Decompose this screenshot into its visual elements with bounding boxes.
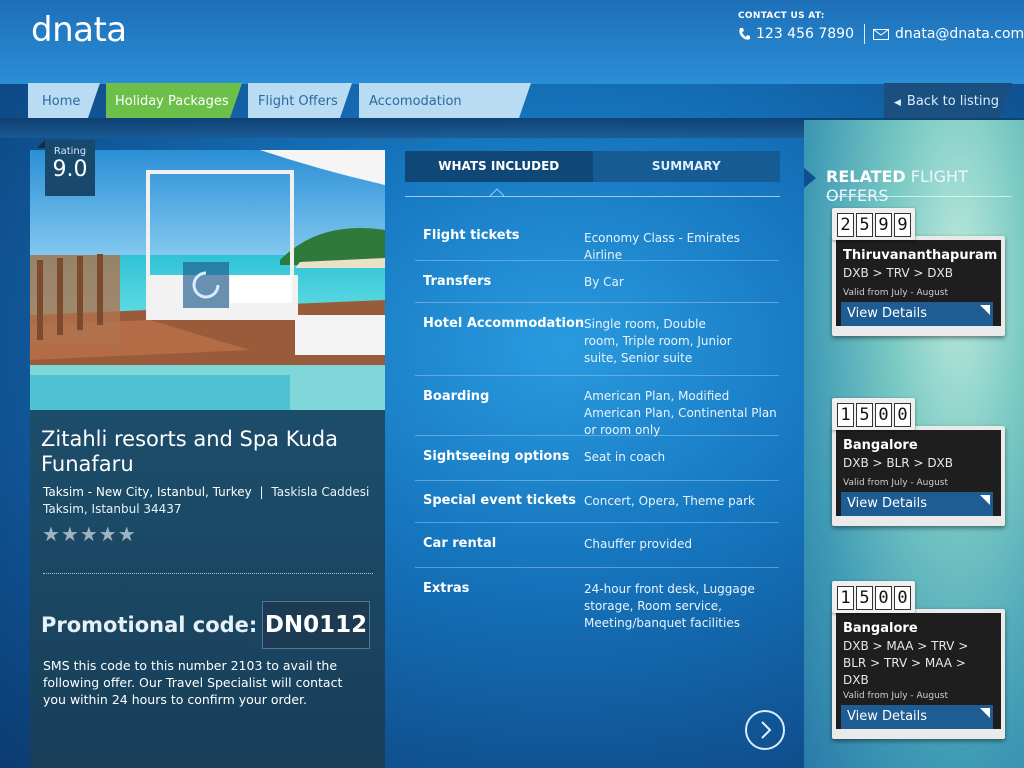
offer-card-body: Thiruvananthapuram DXB > TRV > DXB Valid… bbox=[832, 236, 1005, 336]
price-digit: 0 bbox=[875, 403, 892, 427]
view-details-button[interactable]: View Details bbox=[841, 705, 993, 729]
detail-row-car-rental: Car rental Chauffer provided bbox=[415, 523, 779, 568]
next-button[interactable] bbox=[745, 710, 785, 750]
detail-value: Concert, Opera, Theme park bbox=[584, 494, 755, 508]
address-separator: | bbox=[259, 485, 264, 499]
price-digit: 9 bbox=[894, 213, 911, 237]
offer-route: DXB > TRV > DXB bbox=[843, 266, 953, 280]
chevron-left-icon: ◀ bbox=[894, 98, 901, 108]
address-line2: Taksim, Istanbul 34437 bbox=[43, 502, 182, 516]
detail-key: Sightseeing options bbox=[423, 449, 570, 464]
tab-home[interactable]: Home bbox=[28, 83, 100, 118]
price-digit: 0 bbox=[894, 586, 911, 610]
price-digit: 9 bbox=[875, 213, 892, 237]
offer-card-body: Bangalore DXB > BLR > DXB Valid from Jul… bbox=[832, 426, 1005, 526]
detail-key: Extras bbox=[423, 581, 470, 596]
header: dnata CONTACT US AT: 123 456 7890 dnata@… bbox=[0, 0, 1024, 84]
detail-value: By Car bbox=[584, 275, 624, 289]
detail-key: Boarding bbox=[423, 389, 490, 404]
detail-key: Transfers bbox=[423, 274, 492, 289]
price-digit: 0 bbox=[894, 403, 911, 427]
price-digit: 5 bbox=[856, 213, 873, 237]
detail-key: Hotel Accommodation bbox=[423, 316, 585, 331]
spinner-icon bbox=[192, 271, 220, 299]
email-icon bbox=[872, 28, 889, 40]
view-details-button[interactable]: View Details bbox=[841, 492, 993, 516]
detail-value: Seat in coach bbox=[584, 450, 666, 464]
price-digit: 5 bbox=[856, 586, 873, 610]
offer-price: 1 5 0 0 bbox=[832, 581, 915, 613]
tab-accomodation-packages[interactable]: Accomodation Packages bbox=[359, 83, 531, 147]
offer-validity: Valid from July - August bbox=[843, 478, 949, 488]
offer-city: Bangalore bbox=[843, 621, 918, 636]
promo-label: Promotional code: bbox=[41, 613, 258, 637]
loading-spinner bbox=[183, 262, 229, 308]
rating-value: 9.0 bbox=[52, 157, 88, 182]
offer-card-body: Bangalore DXB > MAA > TRV > BLR > TRV > … bbox=[832, 609, 1005, 739]
detail-key: Flight tickets bbox=[423, 228, 520, 243]
tab-whats-included[interactable]: WHATS INCLUDED bbox=[405, 151, 593, 182]
detail-row-extras: Extras 24-hour front desk, Luggage stora… bbox=[415, 568, 779, 638]
phone-number[interactable]: 123 456 7890 bbox=[756, 26, 854, 42]
panel-pointer bbox=[804, 168, 816, 188]
price-digit: 5 bbox=[856, 403, 873, 427]
detail-key: Special event tickets bbox=[423, 493, 576, 508]
rating-label: Rating bbox=[53, 146, 87, 157]
detail-row-transfers: Transfers By Car bbox=[415, 261, 779, 303]
offer-validity: Valid from July - August bbox=[843, 288, 949, 298]
detail-value: Chauffer provided bbox=[584, 537, 693, 551]
tabs-underline bbox=[405, 196, 780, 197]
promo-code: DN0112 bbox=[262, 601, 370, 649]
detail-value: 24-hour front desk, Luggage storage, Roo… bbox=[584, 582, 755, 630]
detail-row-boarding: Boarding American Plan, Modified America… bbox=[415, 376, 779, 437]
back-label: Back to listing bbox=[906, 94, 999, 109]
hotel-panel: Zitahli resorts and Spa Kuda Funafaru Ta… bbox=[30, 150, 385, 768]
offer-route: DXB > MAA > TRV > BLR > TRV > MAA > DXB bbox=[843, 639, 969, 687]
dnata-logo[interactable]: dnata bbox=[31, 10, 127, 50]
back-to-listing-button[interactable]: ◀ Back to listing bbox=[884, 83, 1012, 118]
offer-validity: Valid from July - August bbox=[843, 691, 949, 701]
detail-row-hotel-accommodation: Hotel Accommodation Single room, Double … bbox=[415, 303, 779, 376]
email-address[interactable]: dnata@dnata.com bbox=[895, 26, 1024, 42]
contact-label: CONTACT US AT: bbox=[738, 11, 825, 21]
detail-row-flight-tickets: Flight tickets Economy Class - Emirates … bbox=[415, 214, 779, 262]
tab-flight-offers[interactable]: Flight Offers bbox=[248, 83, 352, 118]
details-tabs: WHATS INCLUDED SUMMARY bbox=[405, 151, 780, 182]
price-digit: 1 bbox=[837, 586, 854, 610]
hotel-name: Zitahli resorts and Spa Kuda Funafaru bbox=[41, 427, 338, 476]
star-rating: ★★★★★ bbox=[42, 522, 137, 546]
tab-summary[interactable]: SUMMARY bbox=[592, 151, 780, 182]
detail-row-sightseeing: Sightseeing options Seat in coach bbox=[415, 436, 779, 481]
detail-value: Economy Class - Emirates Airline bbox=[584, 231, 740, 262]
divider bbox=[863, 24, 865, 44]
related-underline bbox=[826, 196, 1012, 197]
detail-key: Car rental bbox=[423, 536, 497, 551]
detail-value: American Plan, Modified American Plan, C… bbox=[584, 389, 777, 437]
offer-price: 1 5 0 0 bbox=[832, 398, 915, 430]
phone-icon bbox=[739, 28, 750, 40]
offer-price: 2 5 9 9 bbox=[832, 208, 915, 240]
separator bbox=[43, 573, 373, 574]
address-street: Taskisla Caddesi bbox=[271, 485, 370, 499]
sms-instructions: SMS this code to this number 2103 to ava… bbox=[43, 658, 343, 707]
view-details-button[interactable]: View Details bbox=[841, 302, 993, 326]
detail-value: Single room, Double room, Triple room, J… bbox=[584, 317, 732, 365]
address-main: Taksim - New City, Istanbul, Turkey bbox=[43, 485, 252, 499]
offer-city: Bangalore bbox=[843, 438, 918, 453]
offer-route: DXB > BLR > DXB bbox=[843, 456, 954, 470]
detail-row-special-events: Special event tickets Concert, Opera, Th… bbox=[415, 481, 779, 523]
related-heading: RELATED FLIGHT OFFERS bbox=[826, 167, 1024, 205]
hotel-address: Taksim - New City, Istanbul, Turkey | Ta… bbox=[43, 484, 373, 518]
offer-city: Thiruvananthapuram bbox=[843, 248, 998, 263]
price-digit: 0 bbox=[875, 586, 892, 610]
price-digit: 1 bbox=[837, 403, 854, 427]
price-digit: 2 bbox=[837, 213, 854, 237]
tab-holiday-packages[interactable]: Holiday Packages bbox=[106, 83, 242, 118]
rating-badge: Rating 9.0 bbox=[37, 140, 95, 196]
related-heading-bold: RELATED bbox=[826, 167, 906, 186]
contact-row: 123 456 7890 dnata@dnata.com bbox=[738, 24, 1024, 44]
chevron-right-icon bbox=[761, 721, 772, 739]
